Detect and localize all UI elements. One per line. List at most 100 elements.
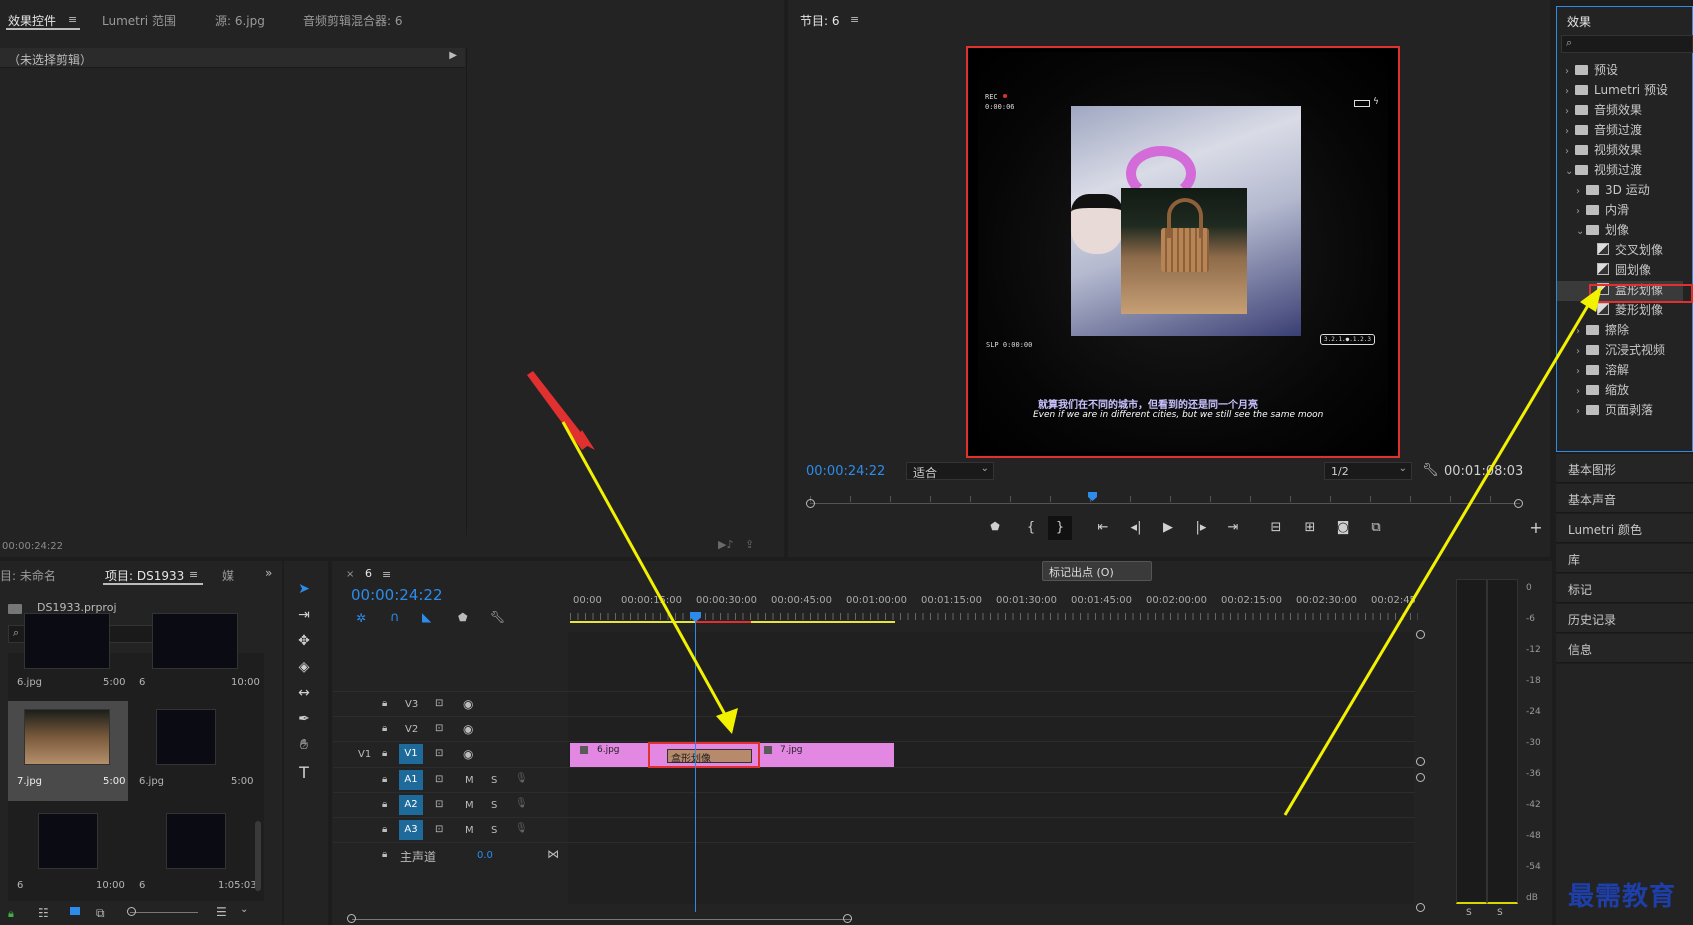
close-tab-icon[interactable]: × — [346, 569, 354, 580]
eye-icon[interactable]: ◉ — [463, 697, 473, 711]
mark-in-icon[interactable]: { — [1021, 520, 1041, 535]
program-title[interactable]: 节目: 6 — [800, 12, 840, 29]
add-marker-icon[interactable]: ⬟ — [985, 520, 1005, 533]
compare-view-icon[interactable]: ⧉ — [1366, 520, 1386, 535]
timeline-settings-icon[interactable]: 🔧︎ — [490, 610, 505, 624]
h-scroll-bar[interactable] — [352, 919, 852, 920]
panel-essential-sound[interactable]: 基本声音 — [1556, 484, 1693, 513]
lock-icon[interactable]: 🔒︎ — [382, 849, 387, 860]
sync-lock-icon[interactable]: ⊡ — [435, 698, 443, 709]
list-view-icon[interactable]: ☷ — [38, 906, 49, 920]
timeline-menu-icon[interactable]: ≡ — [382, 568, 391, 581]
sort-icon[interactable]: ☰ — [216, 905, 227, 919]
bin-item-6[interactable]: 6 1:05:03 — [136, 803, 257, 903]
timeline-timecode[interactable]: 00:00:24:22 — [351, 586, 443, 604]
track-label-a3[interactable]: A3 — [399, 820, 423, 840]
clip-6jpg[interactable]: 6.jpg — [570, 743, 643, 767]
ripple-edit-tool-icon[interactable]: ✥ — [294, 633, 314, 653]
bin-item-1[interactable]: 6.jpg 5:00 — [8, 613, 128, 700]
bin-item-4[interactable]: 6.jpg 5:00 — [136, 701, 256, 801]
effect-item-9[interactable]: 交叉划像 — [1557, 241, 1683, 261]
ec-export-icon[interactable]: ⇪ — [745, 538, 754, 551]
microphone-icon[interactable]: 🎙︎ — [515, 823, 528, 834]
marker-icon[interactable]: ⬟ — [458, 611, 468, 624]
panel-lumetri-color[interactable]: Lumetri 颜色 — [1556, 514, 1693, 543]
project-scrollbar[interactable] — [255, 821, 261, 891]
chevron-right-icon[interactable]: › — [1576, 186, 1586, 197]
zoom-slider[interactable] — [130, 912, 198, 913]
fit-select[interactable]: 适合 ⌄ — [906, 462, 994, 480]
effect-item-1[interactable]: › Lumetri 预设 — [1557, 81, 1683, 101]
effect-item-4[interactable]: › 视频效果 — [1557, 141, 1683, 161]
panel-menu-icon[interactable]: ≡ — [68, 13, 77, 26]
lock-icon[interactable]: 🔒︎ — [382, 748, 387, 759]
bin-item-5[interactable]: 6 10:00 — [8, 803, 128, 903]
ec-filter-icon[interactable]: ▶♪ — [718, 538, 733, 551]
icon-view-icon[interactable] — [70, 907, 80, 915]
track-label-v2[interactable]: V2 — [405, 724, 418, 735]
chevron-right-icon[interactable]: › — [1565, 86, 1575, 97]
effect-item-14[interactable]: › 沉浸式视频 — [1557, 341, 1683, 361]
sync-lock-icon[interactable]: ⊡ — [435, 723, 443, 734]
effect-item-7[interactable]: › 内滑 — [1557, 201, 1683, 221]
project-menu-icon[interactable]: ≡ — [189, 568, 198, 581]
tab-project-untitled[interactable]: 目: 未命名 — [0, 567, 56, 584]
effect-item-2[interactable]: › 音频效果 — [1557, 101, 1683, 121]
effect-item-12[interactable]: 菱形划像 — [1557, 301, 1683, 321]
program-timecode[interactable]: 00:00:24:22 — [806, 464, 885, 479]
sync-lock-icon[interactable]: ⊡ — [435, 774, 443, 785]
bin-item-3-selected[interactable]: 7.jpg 5:00 — [8, 701, 128, 801]
effect-item-0[interactable]: › 预设 — [1557, 61, 1683, 81]
go-to-out-icon[interactable]: ⇥ — [1223, 520, 1243, 535]
type-tool-icon[interactable]: T — [294, 763, 314, 783]
mute-button[interactable]: M — [465, 775, 474, 786]
panel-info[interactable]: 信息 — [1556, 634, 1693, 663]
h-scroll-start[interactable] — [347, 914, 356, 923]
export-frame-icon[interactable]: ◙ — [1333, 520, 1353, 535]
selection-tool-icon[interactable]: ➤ — [294, 581, 314, 601]
eye-icon[interactable]: ◉ — [463, 747, 473, 761]
microphone-icon[interactable]: 🎙︎ — [515, 798, 528, 809]
chevron-down-icon[interactable]: ⌄ — [1576, 226, 1586, 237]
lock-icon[interactable]: 🔒︎ — [382, 799, 387, 810]
effect-item-16[interactable]: › 缩放 — [1557, 381, 1683, 401]
lock-icon[interactable]: 🔒︎ — [382, 774, 387, 785]
track-scroll-handle[interactable] — [1416, 757, 1425, 766]
effect-item-17[interactable]: › 页面剥落 — [1557, 401, 1683, 421]
add-button-icon[interactable]: + — [1526, 518, 1546, 537]
go-to-in-icon[interactable]: ⇤ — [1093, 520, 1113, 535]
effect-item-13[interactable]: › 擦除 — [1557, 321, 1683, 341]
solo-button[interactable]: S — [491, 800, 497, 811]
step-back-icon[interactable]: ◂| — [1126, 520, 1146, 535]
razor-tool-icon[interactable]: ◈ — [294, 659, 314, 679]
play-icon[interactable]: ▶ — [1158, 520, 1178, 535]
extract-icon[interactable]: ⊞ — [1300, 520, 1320, 535]
program-menu-icon[interactable]: ≡ — [850, 13, 859, 26]
tab-effect-controls[interactable]: 效果控件 — [8, 12, 56, 29]
track-label-a1[interactable]: A1 — [399, 770, 423, 790]
solo-button[interactable]: S — [491, 825, 497, 836]
tab-project-ds1933[interactable]: 项目: DS1933 — [105, 567, 184, 584]
lift-icon[interactable]: ⊟ — [1266, 520, 1286, 535]
chevron-right-icon[interactable]: › — [1565, 106, 1575, 117]
sync-lock-icon[interactable]: ⊡ — [435, 799, 443, 810]
microphone-icon[interactable]: 🎙︎ — [515, 773, 528, 784]
track-label-v3[interactable]: V3 — [405, 699, 418, 710]
scrub-start-handle[interactable] — [806, 499, 815, 508]
tab-lumetri-scopes[interactable]: Lumetri 范围 — [102, 12, 176, 29]
tab-audio-clip-mixer[interactable]: 音频剪辑混合器: 6 — [303, 12, 403, 29]
tab-source[interactable]: 源: 6.jpg — [215, 12, 265, 29]
bin-item-2[interactable]: 6 10:00 — [136, 613, 260, 700]
h-scroll-end[interactable] — [843, 914, 852, 923]
master-volume-value[interactable]: 0.0 — [477, 850, 493, 861]
chevron-right-icon[interactable]: › — [1576, 366, 1586, 377]
sync-lock-icon[interactable]: ⊡ — [435, 824, 443, 835]
chevron-right-icon[interactable]: › — [1565, 146, 1575, 157]
effect-item-5[interactable]: ⌄ 视频过渡 — [1557, 161, 1683, 181]
panel-libraries[interactable]: 库 — [1556, 544, 1693, 573]
timeline-tab[interactable]: 6 — [365, 567, 372, 580]
slip-tool-icon[interactable]: ↔ — [294, 685, 314, 705]
more-panels-icon[interactable]: » — [265, 566, 272, 580]
scrub-end-handle[interactable] — [1514, 499, 1523, 508]
mark-out-icon[interactable]: } — [1048, 516, 1072, 540]
